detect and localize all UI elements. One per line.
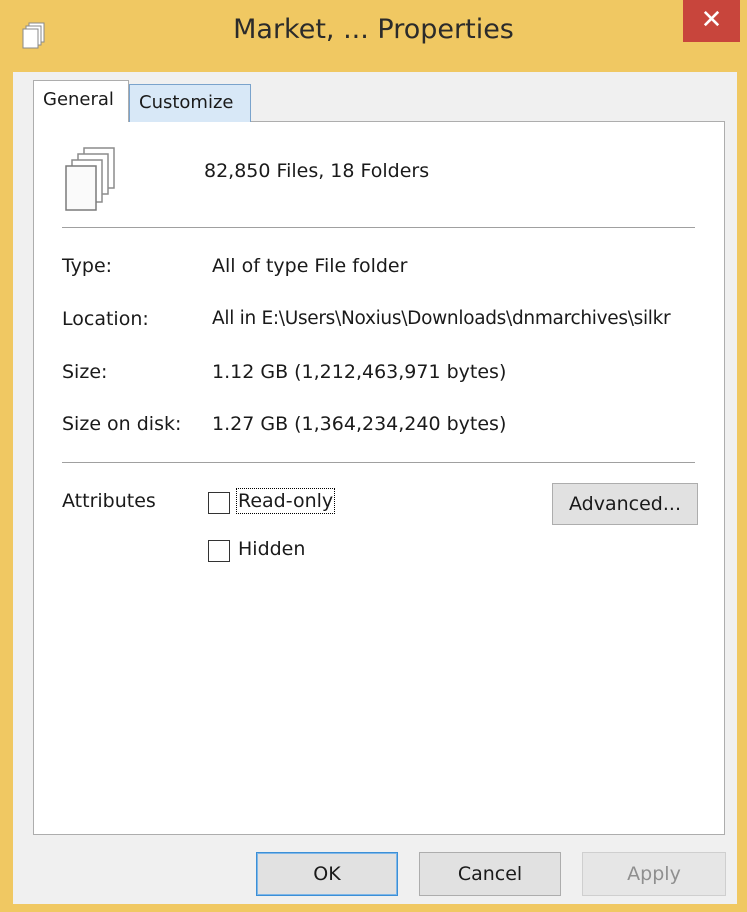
apply-button[interactable]: Apply (582, 852, 726, 896)
hidden-label[interactable]: Hidden (238, 538, 305, 560)
tab-general-label: General (43, 89, 114, 110)
close-icon: ✕ (700, 5, 723, 35)
title-bar[interactable]: Market, ... Properties ✕ (0, 0, 747, 72)
window-title: Market, ... Properties (233, 14, 514, 45)
hidden-checkbox[interactable] (208, 540, 230, 562)
type-value: All of type File folder (212, 255, 408, 277)
attributes-label: Attributes (62, 490, 156, 512)
readonly-checkbox[interactable] (208, 492, 230, 514)
location-value: All in E:\Users\Noxius\Downloads\dnmarch… (212, 308, 671, 329)
size-value: 1.12 GB (1,212,463,971 bytes) (212, 361, 507, 383)
tab-customize[interactable]: Customize (129, 84, 251, 122)
readonly-label[interactable]: Read-only (235, 488, 336, 514)
ok-button[interactable]: OK (256, 852, 398, 896)
cancel-button[interactable]: Cancel (419, 852, 561, 896)
type-label: Type: (62, 255, 113, 277)
general-tab-panel: 82,850 Files, 18 Folders Type: All of ty… (33, 121, 725, 835)
size-label: Size: (62, 361, 108, 383)
tab-general[interactable]: General (33, 80, 129, 122)
size-on-disk-value: 1.27 GB (1,364,234,240 bytes) (212, 413, 507, 435)
location-label: Location: (62, 308, 149, 330)
size-on-disk-label: Size on disk: (62, 413, 182, 435)
divider (62, 462, 695, 463)
advanced-button[interactable]: Advanced... (552, 483, 698, 525)
file-count-summary: 82,850 Files, 18 Folders (204, 160, 430, 182)
dialog-client-area: General Customize 82,850 Files, 18 Folde… (13, 72, 737, 904)
close-button[interactable]: ✕ (683, 0, 740, 42)
tab-customize-label: Customize (139, 92, 234, 113)
multiple-files-icon (64, 144, 124, 214)
divider (62, 227, 695, 228)
properties-window: Market, ... Properties ✕ General Customi… (0, 0, 747, 912)
